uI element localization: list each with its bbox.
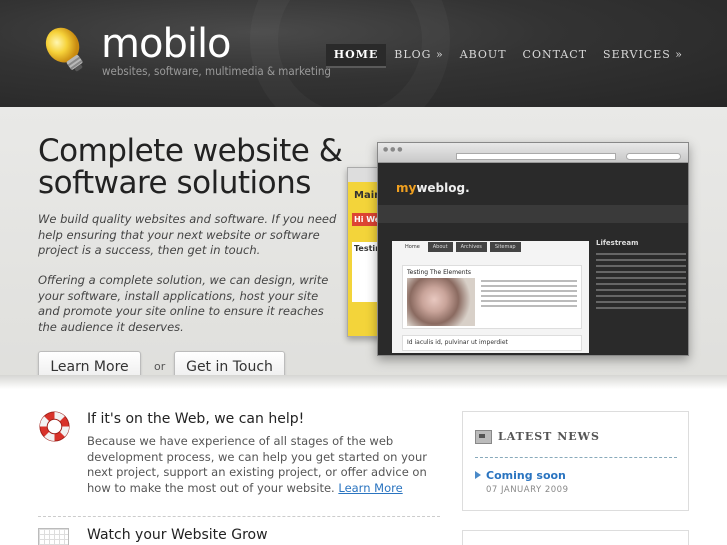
sidebar-box-2 xyxy=(462,530,689,545)
preview-post-title: Testing The Elements xyxy=(407,269,472,276)
section-web-help-title: If it's on the Web, we can help! xyxy=(87,411,305,427)
preview-tab-home: Home xyxy=(400,242,425,252)
preview-tabs: Home About Archives Sitemap xyxy=(400,233,524,252)
preview-blog-name: myweblog. xyxy=(396,181,470,195)
or-label: or xyxy=(154,360,166,373)
lightbulb-logo-icon[interactable] xyxy=(38,22,94,78)
hero-paragraph-2: Offering a complete solution, we can des… xyxy=(38,273,329,334)
main-nav: HOME BLOG » ABOUT CONTACT SERVICES » xyxy=(325,44,691,66)
site-logo[interactable]: mobilo xyxy=(101,22,232,66)
nav-services[interactable]: SERVICES » xyxy=(595,44,691,66)
news-item-date: 07 JANUARY 2009 xyxy=(486,485,569,495)
preview-tab-sitemap: Sitemap xyxy=(489,242,521,252)
arrow-right-icon xyxy=(475,471,481,479)
screenshot-preview: ● ● ● myweblog. Home About Archives Sitemap… xyxy=(377,142,689,356)
nav-about[interactable]: ABOUT xyxy=(452,44,515,66)
lifebuoy-icon xyxy=(39,411,70,442)
section-learn-more-link[interactable]: Learn More xyxy=(338,481,402,495)
news-item-title[interactable]: Coming soon xyxy=(486,469,566,482)
preview-post: Testing The Elements xyxy=(402,265,582,329)
preview-sidebar: Lifestream xyxy=(596,239,686,355)
nav-blog[interactable]: BLOG » xyxy=(386,44,451,66)
growth-chart-icon xyxy=(38,528,69,545)
preview-category-bar xyxy=(378,205,688,223)
preview-post-2: Id iaculis id, pulvinar ut imperdiet xyxy=(402,335,582,351)
nav-home[interactable]: HOME xyxy=(325,44,387,66)
newspaper-icon xyxy=(475,430,492,444)
news-divider xyxy=(475,457,677,458)
site-tagline: websites, software, multimedia & marketi… xyxy=(102,64,331,78)
hero-shadow xyxy=(0,375,727,389)
section-divider xyxy=(38,516,440,517)
hero-title: Complete website & software solutions xyxy=(38,133,343,201)
hero-section: Complete website & software solutions We… xyxy=(0,107,727,389)
browser-chrome: ● ● ● xyxy=(378,143,688,163)
hero-paragraph-1: We build quality websites and software. … xyxy=(38,212,337,257)
preview-tab-about: About xyxy=(427,242,453,252)
preview-tab-archives: Archives xyxy=(455,242,487,252)
preview-sidebar-heading: Lifestream xyxy=(596,239,639,247)
section-web-help-text: Because we have experience of all stages… xyxy=(87,434,427,495)
nav-contact[interactable]: CONTACT xyxy=(515,44,596,66)
preview-post-image xyxy=(407,278,475,326)
section-grow-title: Watch your Website Grow xyxy=(87,527,268,543)
latest-news-heading: LATEST NEWS xyxy=(498,430,600,443)
site-header: mobilo websites, software, multimedia & … xyxy=(0,0,727,107)
latest-news-box: LATEST NEWS Coming soon 07 JANUARY 2009 xyxy=(462,411,689,511)
